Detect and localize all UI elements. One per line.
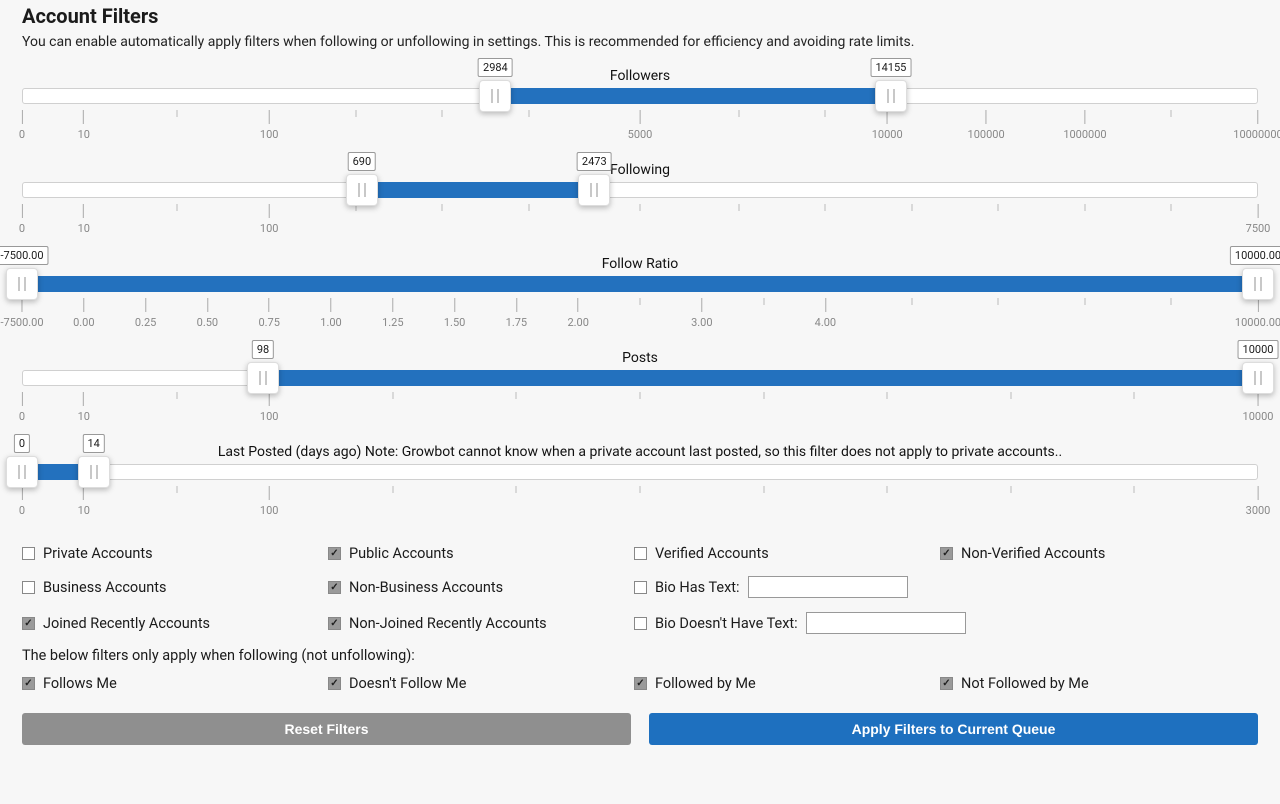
- following-low-handle[interactable]: [346, 174, 378, 206]
- reset-filters-button[interactable]: Reset Filters: [22, 713, 631, 745]
- followers-ticks: 010100500010000100000100000010000000: [22, 110, 1258, 138]
- posts-fill: [263, 370, 1258, 386]
- biohas-label: Bio Has Text:: [655, 579, 740, 596]
- posts-low-value[interactable]: 98: [252, 340, 274, 359]
- followsme-label: Follows Me: [43, 675, 117, 692]
- followers-fill: [495, 88, 891, 104]
- business-label: Business Accounts: [43, 579, 166, 596]
- nonjoined-label: Non-Joined Recently Accounts: [349, 615, 547, 632]
- notfollowedby-checkbox[interactable]: [940, 677, 953, 690]
- followedby-checkbox[interactable]: [634, 677, 647, 690]
- following-only-note: The below filters only apply when follow…: [22, 647, 1258, 664]
- doesntfollow-label: Doesn't Follow Me: [349, 675, 466, 692]
- biono-label: Bio Doesn't Have Text:: [655, 615, 798, 632]
- lastposted-low-value[interactable]: 0: [14, 434, 30, 453]
- verified-label: Verified Accounts: [655, 545, 769, 562]
- posts-slider: Posts981000001010010000: [22, 350, 1258, 420]
- followsme-checkbox[interactable]: [22, 677, 35, 690]
- nonbusiness-label: Non-Business Accounts: [349, 579, 503, 596]
- following-fill: [362, 182, 594, 198]
- bio-no-input[interactable]: [806, 612, 966, 634]
- public-label: Public Accounts: [349, 545, 454, 562]
- following-high-value[interactable]: 2473: [577, 152, 612, 171]
- following-slider-label: Following: [22, 162, 1258, 178]
- lastposted-high-value[interactable]: 14: [83, 434, 105, 453]
- page-description: You can enable automatically apply filte…: [22, 34, 1258, 50]
- joined-checkbox[interactable]: [22, 617, 35, 630]
- lastposted-ticks: 0101003000: [22, 486, 1258, 514]
- joined-label: Joined Recently Accounts: [43, 615, 210, 632]
- posts-high-handle[interactable]: [1242, 362, 1274, 394]
- biono-checkbox[interactable]: [634, 617, 647, 630]
- page-title: Account Filters: [22, 4, 1258, 28]
- following-high-handle[interactable]: [578, 174, 610, 206]
- lastposted-track[interactable]: [22, 464, 1258, 480]
- posts-high-value[interactable]: 10000: [1238, 340, 1279, 359]
- followers-slider: Followers2984141550101005000100001000001…: [22, 68, 1258, 138]
- following-track[interactable]: [22, 182, 1258, 198]
- business-checkbox[interactable]: [22, 581, 35, 594]
- apply-filters-button[interactable]: Apply Filters to Current Queue: [649, 713, 1258, 745]
- lastposted-low-handle[interactable]: [6, 456, 38, 488]
- ratio-low-value[interactable]: -7500.00: [0, 246, 49, 265]
- nonverified-label: Non-Verified Accounts: [961, 545, 1105, 562]
- following-low-value[interactable]: 690: [348, 152, 377, 171]
- following-slider: Following69024730101007500: [22, 162, 1258, 232]
- posts-slider-label: Posts: [22, 350, 1258, 366]
- nonverified-checkbox[interactable]: [940, 547, 953, 560]
- lastposted-high-handle[interactable]: [78, 456, 110, 488]
- followers-high-handle[interactable]: [875, 80, 907, 112]
- ratio-fill: [22, 276, 1258, 292]
- followedby-label: Followed by Me: [655, 675, 756, 692]
- checkbox-grid: Private Accounts Public Accounts Verifie…: [22, 538, 1258, 699]
- bio-has-input[interactable]: [748, 576, 908, 598]
- ratio-low-handle[interactable]: [6, 268, 38, 300]
- following-ticks: 0101007500: [22, 204, 1258, 232]
- followers-high-value[interactable]: 14155: [870, 58, 911, 77]
- biohas-checkbox[interactable]: [634, 581, 647, 594]
- posts-ticks: 01010010000: [22, 392, 1258, 420]
- nonbusiness-checkbox[interactable]: [328, 581, 341, 594]
- doesntfollow-checkbox[interactable]: [328, 677, 341, 690]
- public-checkbox[interactable]: [328, 547, 341, 560]
- lastposted-slider-label: Last Posted (days ago) Note: Growbot can…: [22, 444, 1258, 460]
- ratio-slider-label: Follow Ratio: [22, 256, 1258, 272]
- ratio-slider: Follow Ratio-7500.0010000.00-7500.000.00…: [22, 256, 1258, 326]
- private-checkbox[interactable]: [22, 547, 35, 560]
- ratio-high-value[interactable]: 10000.00: [1230, 246, 1280, 265]
- nonjoined-checkbox[interactable]: [328, 617, 341, 630]
- followers-low-handle[interactable]: [479, 80, 511, 112]
- followers-slider-label: Followers: [22, 68, 1258, 84]
- notfollowedby-label: Not Followed by Me: [961, 675, 1089, 692]
- posts-low-handle[interactable]: [247, 362, 279, 394]
- ratio-high-handle[interactable]: [1242, 268, 1274, 300]
- verified-checkbox[interactable]: [634, 547, 647, 560]
- ratio-ticks: -7500.000.000.250.500.751.001.251.501.75…: [22, 298, 1258, 326]
- lastposted-slider: Last Posted (days ago) Note: Growbot can…: [22, 444, 1258, 514]
- followers-low-value[interactable]: 2984: [478, 58, 513, 77]
- private-label: Private Accounts: [43, 545, 153, 562]
